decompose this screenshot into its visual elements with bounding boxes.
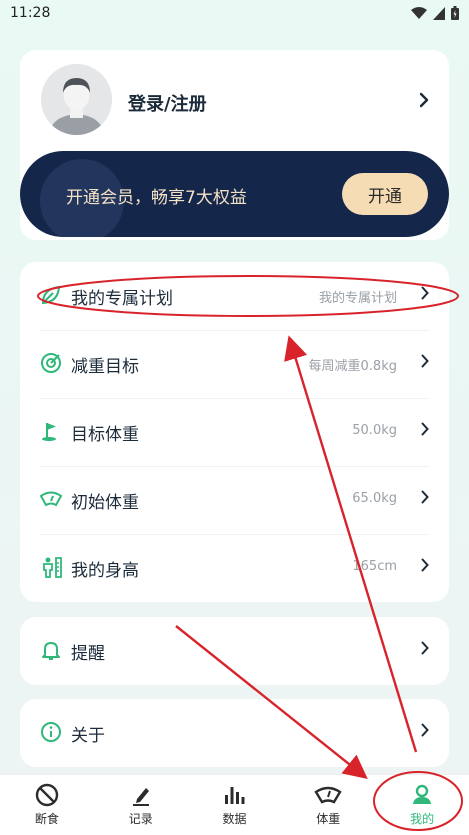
bottom-tab-bar: 断食 记录 数据 体重 我的	[0, 774, 469, 835]
info-icon	[41, 722, 61, 742]
avatar[interactable]	[41, 64, 112, 135]
chevron-right-icon	[421, 286, 429, 300]
chevron-right-icon	[421, 723, 429, 737]
vip-banner[interactable]: 开通会员，畅享7大权益 开通	[20, 151, 449, 237]
menu-item-plan[interactable]: 我的专属计划 我的专属计划	[20, 262, 449, 330]
leaf-icon	[41, 285, 61, 305]
vip-promo-text: 开通会员，畅享7大权益	[66, 188, 247, 208]
chevron-right-icon	[421, 558, 429, 572]
menu-item-value: 165cm	[352, 559, 397, 574]
menu-item-weight-loss-goal[interactable]: 减重目标 每周减重0.8kg	[20, 330, 449, 398]
tab-label: 数据	[222, 812, 247, 826]
menu-item-target-weight[interactable]: 目标体重 50.0kg	[20, 398, 449, 466]
menu-item-about[interactable]: 关于	[20, 699, 449, 767]
person-icon	[413, 784, 432, 804]
tab-label: 体重	[316, 812, 341, 826]
scale-icon	[40, 491, 62, 507]
menu-item-value: 我的专属计划	[318, 291, 397, 306]
chevron-right-icon	[421, 641, 429, 655]
status-time: 11:28	[10, 5, 51, 21]
scale-icon	[314, 786, 342, 804]
profile-card: 登录/注册 开通会员，畅享7大权益 开通	[20, 50, 449, 240]
chevron-right-icon[interactable]	[419, 92, 429, 108]
menu-item-value: 每周减重0.8kg	[308, 359, 397, 374]
signal-icon	[433, 6, 445, 20]
tab-mine[interactable]: 我的	[375, 775, 469, 835]
menu-item-label: 提醒	[71, 644, 105, 664]
battery-icon	[451, 6, 459, 20]
menu-item-label: 减重目标	[71, 357, 139, 377]
plan-settings-card: 我的专属计划 我的专属计划 减重目标 每周减重0.8kg 目标体重 50.0kg…	[20, 262, 449, 602]
flag-icon	[42, 423, 56, 441]
tab-data[interactable]: 数据	[188, 775, 282, 835]
tab-record[interactable]: 记录	[94, 775, 188, 835]
menu-item-reminder[interactable]: 提醒	[20, 617, 449, 685]
tab-label: 记录	[128, 812, 153, 826]
status-bar: 11:28	[0, 0, 469, 28]
chevron-right-icon	[421, 422, 429, 436]
bar-chart-icon	[225, 787, 245, 804]
about-card[interactable]: 关于	[20, 699, 449, 767]
wifi-icon	[411, 6, 427, 19]
menu-item-label: 我的身高	[71, 561, 139, 581]
chevron-right-icon	[421, 490, 429, 504]
menu-item-value: 50.0kg	[352, 423, 397, 438]
pencil-icon	[132, 788, 149, 806]
login-register-link[interactable]: 登录/注册	[128, 90, 207, 116]
tab-fasting[interactable]: 断食	[0, 775, 94, 835]
menu-item-label: 目标体重	[71, 425, 139, 445]
tab-weight[interactable]: 体重	[281, 775, 375, 835]
menu-item-height[interactable]: 我的身高 165cm	[20, 534, 449, 602]
bell-icon	[42, 642, 60, 660]
tab-label: 断食	[34, 812, 59, 826]
target-icon	[41, 353, 61, 373]
chevron-right-icon	[421, 354, 429, 368]
menu-item-initial-weight[interactable]: 初始体重 65.0kg	[20, 466, 449, 534]
ban-icon	[35, 783, 59, 807]
vip-open-button[interactable]: 开通	[342, 173, 428, 215]
menu-item-label: 关于	[71, 726, 105, 746]
menu-item-label: 初始体重	[71, 493, 139, 513]
menu-item-value: 65.0kg	[352, 491, 397, 506]
reminder-card[interactable]: 提醒	[20, 617, 449, 685]
system-icons	[411, 6, 459, 20]
menu-item-label: 我的专属计划	[71, 289, 173, 309]
height-icon	[43, 557, 62, 578]
tab-label: 我的	[410, 812, 435, 826]
